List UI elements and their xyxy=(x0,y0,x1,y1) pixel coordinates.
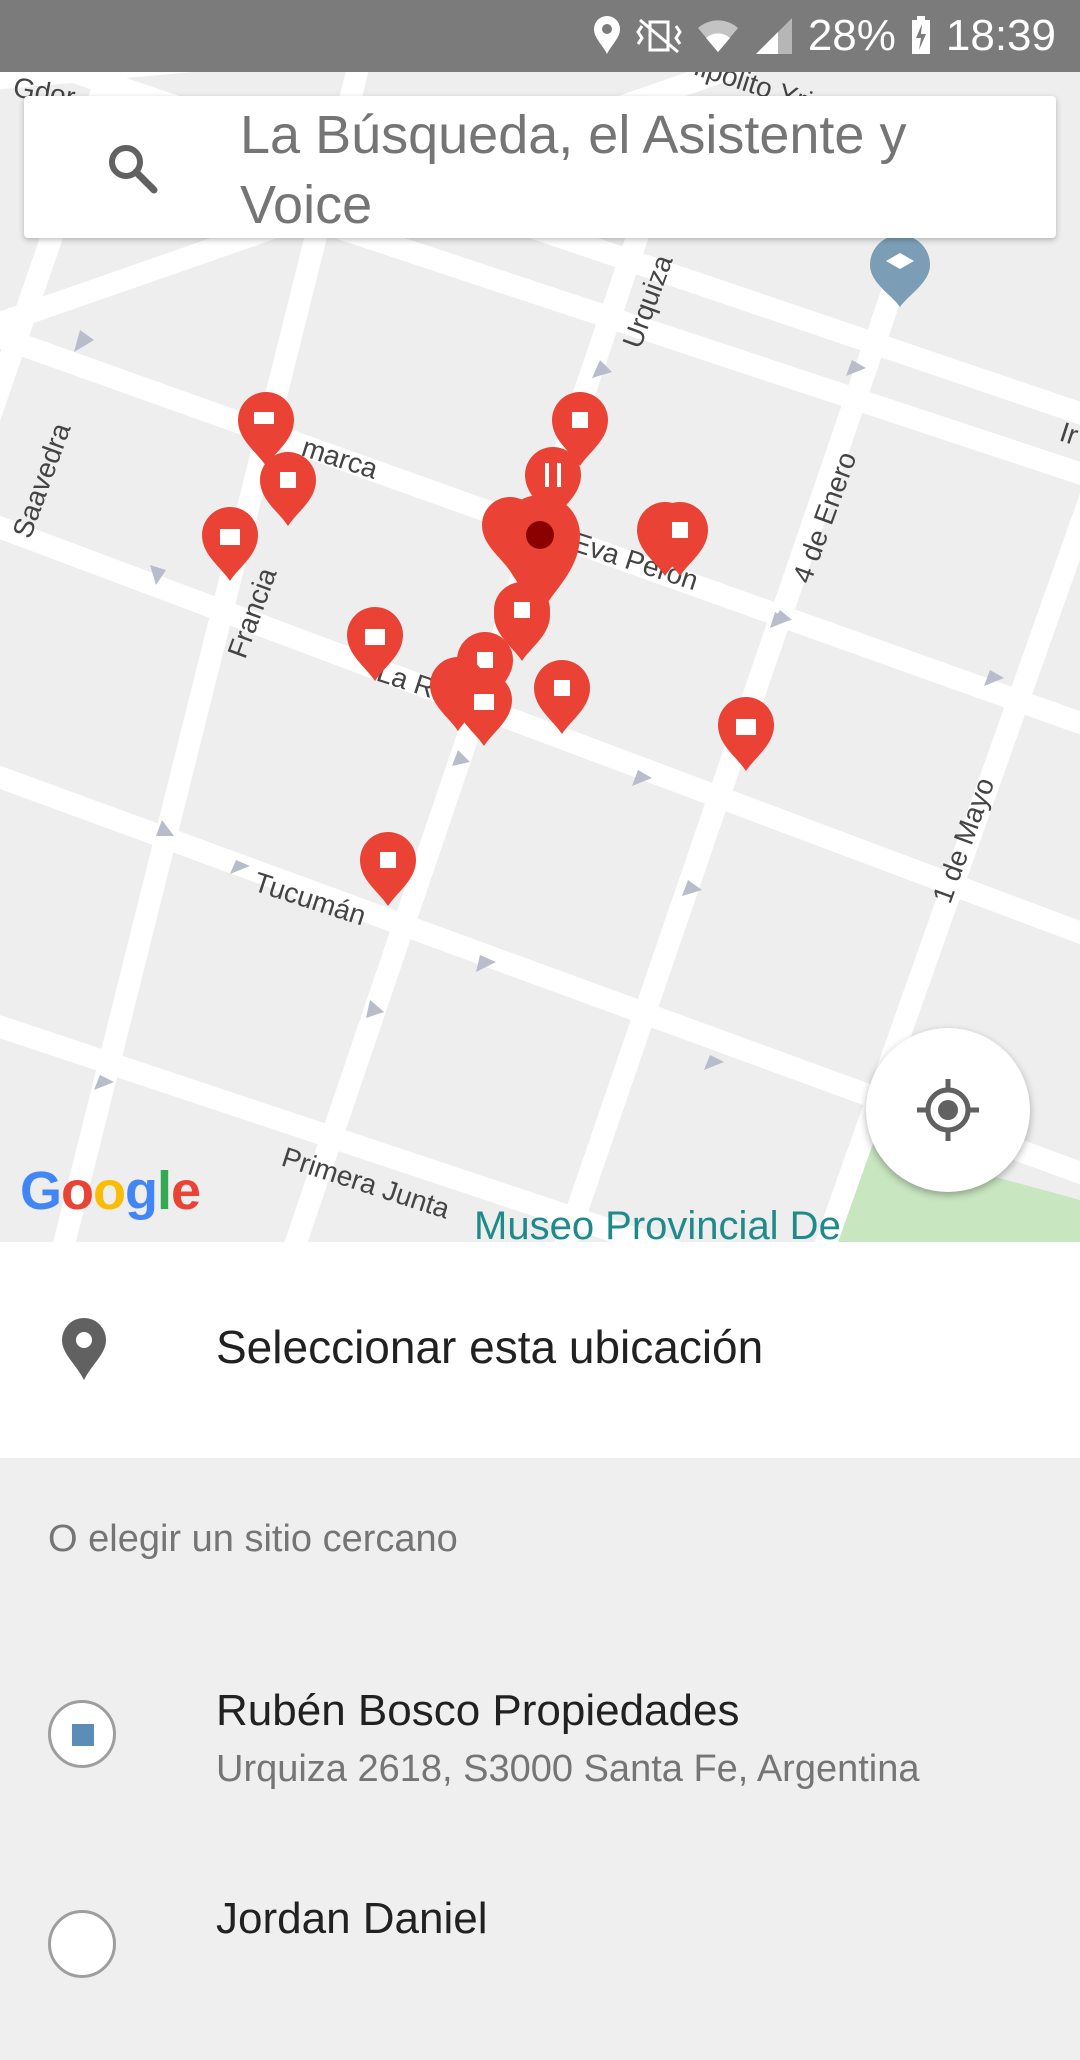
select-location-label: Seleccionar esta ubicación xyxy=(216,1321,764,1373)
street-label-ir: Ir xyxy=(1056,416,1080,451)
place-name: Jordan Daniel xyxy=(216,1894,488,1943)
battery-percent: 28% xyxy=(807,11,896,60)
place-category-icon xyxy=(48,1910,116,1978)
street-label-tucuman: Tucumán xyxy=(250,866,370,931)
clock: 18:39 xyxy=(945,11,1056,60)
signal-icon xyxy=(755,18,792,54)
my-location-button[interactable] xyxy=(866,1028,1030,1192)
place-pin-icon xyxy=(62,1318,106,1380)
search-box[interactable]: La Búsqueda, el Asistente y Voice xyxy=(24,96,1056,238)
google-logo: Google xyxy=(20,1161,201,1221)
school-marker xyxy=(870,235,930,307)
select-this-location-row[interactable]: Seleccionar esta ubicación xyxy=(0,1242,1080,1458)
list-item[interactable]: Jordan Daniel xyxy=(0,1860,1080,2060)
status-bar: 28% 18:39 xyxy=(0,0,1080,72)
place-address: Urquiza 2618, S3000 Santa Fe, Argentina xyxy=(216,1748,920,1790)
vibrate-icon xyxy=(636,18,682,54)
place-category-icon xyxy=(48,1700,116,1768)
street-label-saavedra: Saavedra xyxy=(7,418,77,542)
list-item[interactable]: Rubén Bosco Propiedades Urquiza 2618, S3… xyxy=(0,1640,1080,1840)
poi-label-museo[interactable]: Museo Provincial De xyxy=(474,1204,841,1249)
search-icon[interactable] xyxy=(102,138,162,198)
marker-shop xyxy=(260,452,316,526)
battery-charging-icon xyxy=(911,16,930,54)
marker-bag-1 xyxy=(202,507,258,581)
place-name: Rubén Bosco Propiedades xyxy=(216,1686,740,1735)
my-location-icon xyxy=(917,1079,979,1141)
nearby-section-title: O elegir un sitio cercano xyxy=(48,1518,458,1560)
search-input[interactable]: La Búsqueda, el Asistente y Voice xyxy=(240,100,1040,240)
location-icon xyxy=(593,16,620,54)
wifi-icon xyxy=(697,20,738,52)
